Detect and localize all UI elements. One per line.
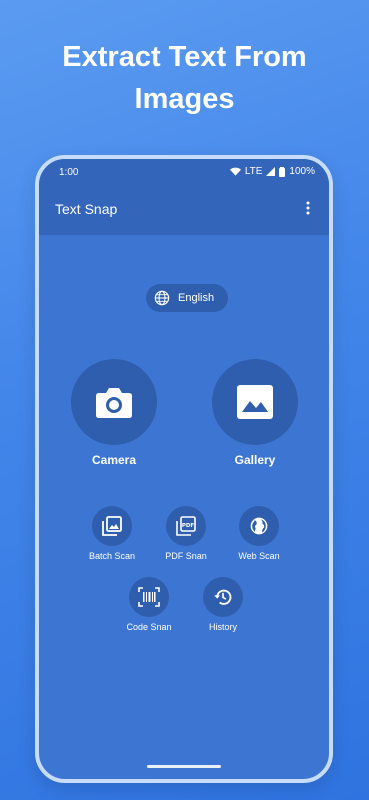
svg-text:PDF: PDF [182,523,195,529]
more-vert-icon[interactable] [305,201,311,215]
headline-line-2: Images [134,83,235,115]
phone-frame: 1:00 LTE 100% Text Snap English Camera G… [35,155,333,783]
globe-icon [249,516,269,536]
status-indicators: LTE 100% [229,166,315,177]
barcode-icon [138,587,160,607]
batch-images-icon [102,516,122,536]
language-selector[interactable]: English [146,284,228,312]
gallery-button[interactable] [212,359,298,445]
code-snan-button[interactable] [129,577,169,617]
camera-label: Camera [91,453,137,467]
history-label: History [208,622,237,632]
language-label: English [178,292,215,304]
headline-line-1: Extract Text From [62,41,307,73]
gallery-label: Gallery [234,453,276,467]
pdf-snan-button[interactable]: PDF [166,506,206,546]
battery-icon [279,166,286,177]
battery-percent: 100% [289,166,315,177]
pdf-icon: PDF [176,516,196,536]
promo-headline: Extract Text From Images [0,36,369,120]
globe-icon [154,290,170,306]
app-title: Text Snap [55,201,118,217]
image-icon [237,385,273,419]
network-type: LTE [244,166,263,177]
wifi-icon [229,167,241,176]
home-indicator[interactable] [147,765,221,768]
status-bar: 1:00 LTE 100% [39,159,329,185]
camera-button[interactable] [71,359,157,445]
web-scan-button[interactable] [239,506,279,546]
camera-icon [95,385,133,419]
signal-icon [266,167,276,176]
web-scan-label: Web Scan [238,551,280,561]
batch-scan-label: Batch Scan [88,551,136,561]
history-icon [213,587,233,607]
batch-scan-button[interactable] [92,506,132,546]
history-button[interactable] [203,577,243,617]
app-bar: Text Snap [39,185,329,235]
code-snan-label: Code Snan [126,622,172,632]
pdf-snan-label: PDF Snan [165,551,207,561]
status-time: 1:00 [59,167,79,178]
